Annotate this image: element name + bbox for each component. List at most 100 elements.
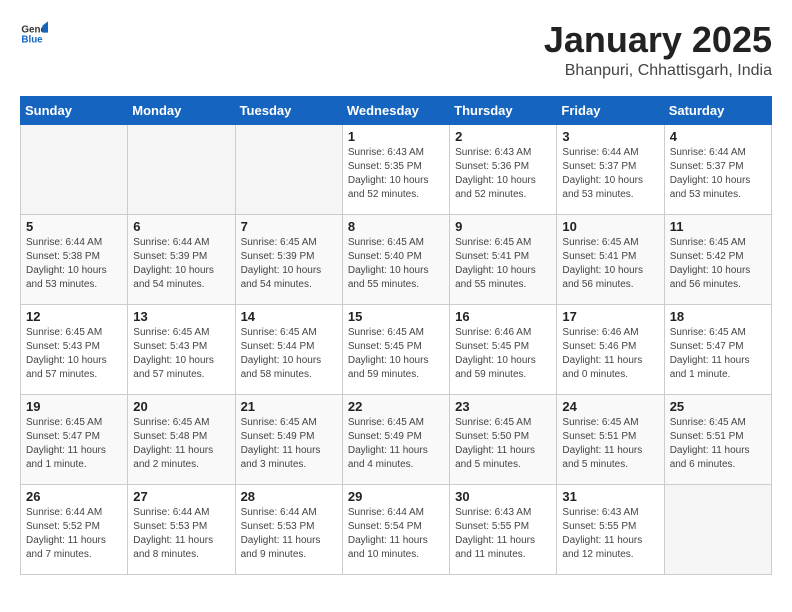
day-number: 16 (455, 309, 551, 324)
day-info: Sunrise: 6:44 AMSunset: 5:54 PMDaylight:… (348, 506, 444, 562)
table-row: 1Sunrise: 6:43 AMSunset: 5:35 PMDaylight… (342, 124, 449, 214)
day-info: Sunrise: 6:44 AMSunset: 5:53 PMDaylight:… (133, 506, 229, 562)
calendar-week-row: 1Sunrise: 6:43 AMSunset: 5:35 PMDaylight… (21, 124, 772, 214)
logo: General Blue (20, 20, 48, 48)
table-row: 23Sunrise: 6:45 AMSunset: 5:50 PMDayligh… (450, 394, 557, 484)
col-wednesday: Wednesday (342, 96, 449, 124)
table-row: 18 Sunrise: 6:45 AMSunset: 5:47 PMDayligh… (664, 304, 771, 394)
table-row (21, 124, 128, 214)
table-row: 29 Sunrise: 6:44 AMSunset: 5:54 PMDayligh… (342, 484, 449, 574)
calendar-week-row: 12 Sunrise: 6:45 AMSunset: 5:43 PMDayligh… (21, 304, 772, 394)
day-number: 18 (670, 309, 766, 324)
day-number: 4 (670, 129, 766, 144)
day-info: Sunrise: 6:44 AMSunset: 5:39 PMDaylight:… (133, 236, 229, 292)
day-info: Sunrise: 6:45 AMSunset: 5:41 PMDaylight:… (455, 236, 551, 292)
day-info: Sunrise: 6:45 AMSunset: 5:44 PMDaylight:… (241, 326, 337, 382)
day-info: Sunrise: 6:43 AMSunset: 5:35 PMDaylight:… (348, 146, 444, 202)
table-row: 26 Sunrise: 6:44 AMSunset: 5:52 PMDayligh… (21, 484, 128, 574)
calendar-week-row: 19 Sunrise: 6:45 AMSunset: 5:47 PMDayligh… (21, 394, 772, 484)
day-number: 6 (133, 219, 229, 234)
day-number: 26 (26, 489, 122, 504)
day-number: 9 (455, 219, 551, 234)
day-info: Sunrise: 6:44 AMSunset: 5:37 PMDaylight:… (670, 146, 766, 202)
table-row: 2 Sunrise: 6:43 AMSunset: 5:36 PMDaylight… (450, 124, 557, 214)
table-row: 9 Sunrise: 6:45 AMSunset: 5:41 PMDaylight… (450, 214, 557, 304)
table-row: 27Sunrise: 6:44 AMSunset: 5:53 PMDayligh… (128, 484, 235, 574)
table-row: 4 Sunrise: 6:44 AMSunset: 5:37 PMDaylight… (664, 124, 771, 214)
day-info: Sunrise: 6:45 AMSunset: 5:41 PMDaylight:… (562, 236, 658, 292)
day-info: Sunrise: 6:45 AMSunset: 5:51 PMDaylight:… (670, 416, 766, 472)
col-tuesday: Tuesday (235, 96, 342, 124)
day-number: 19 (26, 399, 122, 414)
day-info: Sunrise: 6:45 AMSunset: 5:45 PMDaylight:… (348, 326, 444, 382)
table-row: 8 Sunrise: 6:45 AMSunset: 5:40 PMDaylight… (342, 214, 449, 304)
day-info: Sunrise: 6:45 AMSunset: 5:43 PMDaylight:… (26, 326, 122, 382)
table-row: 21Sunrise: 6:45 AMSunset: 5:49 PMDayligh… (235, 394, 342, 484)
day-info: Sunrise: 6:45 AMSunset: 5:49 PMDaylight:… (348, 416, 444, 472)
col-friday: Friday (557, 96, 664, 124)
table-row: 30 Sunrise: 6:43 AMSunset: 5:55 PMDayligh… (450, 484, 557, 574)
day-info: Sunrise: 6:44 AMSunset: 5:53 PMDaylight:… (241, 506, 337, 562)
table-row (664, 484, 771, 574)
day-info: Sunrise: 6:45 AMSunset: 5:48 PMDaylight:… (133, 416, 229, 472)
table-row: 17Sunrise: 6:46 AMSunset: 5:46 PMDayligh… (557, 304, 664, 394)
day-number: 3 (562, 129, 658, 144)
table-row: 25 Sunrise: 6:45 AMSunset: 5:51 PMDayligh… (664, 394, 771, 484)
day-number: 22 (348, 399, 444, 414)
table-row: 3 Sunrise: 6:44 AMSunset: 5:37 PMDaylight… (557, 124, 664, 214)
table-row: 6 Sunrise: 6:44 AMSunset: 5:39 PMDaylight… (128, 214, 235, 304)
day-number: 14 (241, 309, 337, 324)
day-info: Sunrise: 6:45 AMSunset: 5:50 PMDaylight:… (455, 416, 551, 472)
day-info: Sunrise: 6:44 AMSunset: 5:37 PMDaylight:… (562, 146, 658, 202)
logo-icon: General Blue (20, 20, 48, 48)
day-info: Sunrise: 6:45 AMSunset: 5:40 PMDaylight:… (348, 236, 444, 292)
day-number: 28 (241, 489, 337, 504)
day-info: Sunrise: 6:43 AMSunset: 5:55 PMDaylight:… (562, 506, 658, 562)
day-info: Sunrise: 6:45 AMSunset: 5:39 PMDaylight:… (241, 236, 337, 292)
table-row: 19 Sunrise: 6:45 AMSunset: 5:47 PMDayligh… (21, 394, 128, 484)
day-info: Sunrise: 6:45 AMSunset: 5:47 PMDaylight:… (670, 326, 766, 382)
title-block: January 2025 Bhanpuri, Chhattisgarh, Ind… (544, 20, 772, 80)
day-info: Sunrise: 6:43 AMSunset: 5:36 PMDaylight:… (455, 146, 551, 202)
page-header: General Blue January 2025 Bhanpuri, Chha… (20, 20, 772, 80)
day-info: Sunrise: 6:45 AMSunset: 5:42 PMDaylight:… (670, 236, 766, 292)
table-row: 16Sunrise: 6:46 AMSunset: 5:45 PMDayligh… (450, 304, 557, 394)
day-info: Sunrise: 6:43 AMSunset: 5:55 PMDaylight:… (455, 506, 551, 562)
calendar-subtitle: Bhanpuri, Chhattisgarh, India (544, 62, 772, 80)
day-number: 12 (26, 309, 122, 324)
day-number: 15 (348, 309, 444, 324)
calendar-week-row: 5 Sunrise: 6:44 AMSunset: 5:38 PMDaylight… (21, 214, 772, 304)
day-number: 31 (562, 489, 658, 504)
day-number: 29 (348, 489, 444, 504)
day-number: 7 (241, 219, 337, 234)
day-number: 5 (26, 219, 122, 234)
table-row: 31 Sunrise: 6:43 AMSunset: 5:55 PMDayligh… (557, 484, 664, 574)
table-row: 12 Sunrise: 6:45 AMSunset: 5:43 PMDayligh… (21, 304, 128, 394)
table-row: 24Sunrise: 6:45 AMSunset: 5:51 PMDayligh… (557, 394, 664, 484)
day-info: Sunrise: 6:44 AMSunset: 5:52 PMDaylight:… (26, 506, 122, 562)
day-info: Sunrise: 6:45 AMSunset: 5:49 PMDaylight:… (241, 416, 337, 472)
table-row: 15 Sunrise: 6:45 AMSunset: 5:45 PMDayligh… (342, 304, 449, 394)
day-number: 8 (348, 219, 444, 234)
calendar-title: January 2025 (544, 20, 772, 60)
table-row (235, 124, 342, 214)
table-row (128, 124, 235, 214)
svg-text:Blue: Blue (21, 34, 43, 45)
table-row: 11 Sunrise: 6:45 AMSunset: 5:42 PMDayligh… (664, 214, 771, 304)
day-number: 11 (670, 219, 766, 234)
day-info: Sunrise: 6:45 AMSunset: 5:47 PMDaylight:… (26, 416, 122, 472)
day-info: Sunrise: 6:45 AMSunset: 5:43 PMDaylight:… (133, 326, 229, 382)
day-number: 30 (455, 489, 551, 504)
table-row: 7 Sunrise: 6:45 AMSunset: 5:39 PMDaylight… (235, 214, 342, 304)
day-number: 2 (455, 129, 551, 144)
day-number: 20 (133, 399, 229, 414)
day-number: 24 (562, 399, 658, 414)
col-saturday: Saturday (664, 96, 771, 124)
col-sunday: Sunday (21, 96, 128, 124)
day-number: 25 (670, 399, 766, 414)
day-number: 17 (562, 309, 658, 324)
col-monday: Monday (128, 96, 235, 124)
table-row: 28 Sunrise: 6:44 AMSunset: 5:53 PMDayligh… (235, 484, 342, 574)
calendar-table: Sunday Monday Tuesday Wednesday Thursday… (20, 96, 772, 575)
day-info: Sunrise: 6:44 AMSunset: 5:38 PMDaylight:… (26, 236, 122, 292)
